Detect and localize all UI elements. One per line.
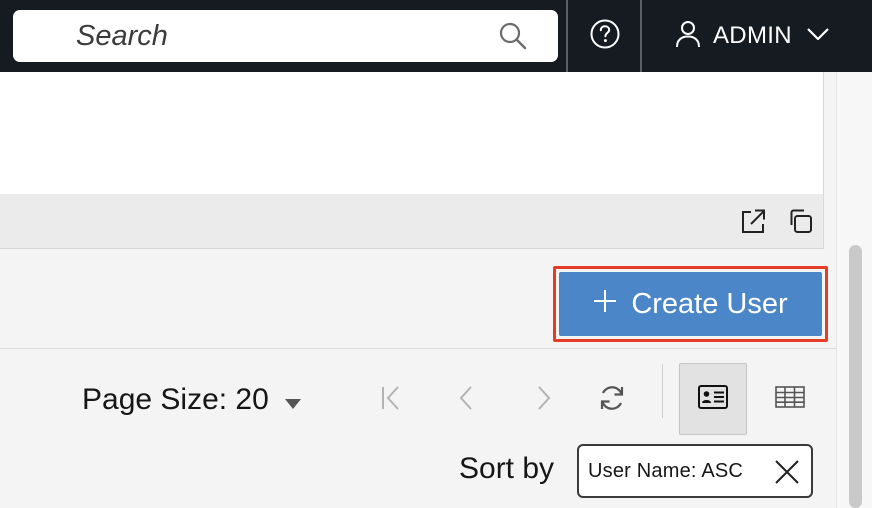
create-user-button[interactable]: Create User	[559, 272, 822, 336]
copy-icon[interactable]	[785, 206, 815, 236]
user-name: ADMIN	[713, 22, 792, 49]
plus-icon	[593, 288, 617, 321]
toolbar-divider	[662, 364, 663, 418]
sort-by-label: Sort by	[459, 452, 555, 485]
card-view-button[interactable]	[679, 363, 747, 435]
next-page-button[interactable]	[524, 380, 564, 420]
caret-down-icon	[284, 383, 301, 417]
header-divider	[640, 0, 642, 72]
page-size-label: Page Size: 20	[82, 383, 269, 416]
section-divider	[0, 348, 836, 349]
help-button[interactable]	[569, 0, 641, 72]
open-external-icon[interactable]	[738, 206, 768, 236]
card-footer	[0, 194, 824, 249]
user-menu-button[interactable]: ADMIN	[643, 0, 872, 72]
card-view-icon	[698, 384, 728, 414]
previous-page-button[interactable]	[446, 380, 486, 420]
user-icon	[675, 20, 701, 53]
refresh-icon	[597, 383, 627, 418]
first-page-button[interactable]	[370, 380, 410, 420]
previous-page-icon	[457, 384, 475, 417]
help-icon	[589, 18, 621, 55]
table-view-button[interactable]	[760, 376, 820, 422]
top-bar: ADMIN	[0, 0, 872, 72]
next-page-icon	[535, 384, 553, 417]
first-page-icon	[378, 384, 402, 417]
create-user-label: Create User	[631, 287, 788, 320]
refresh-button[interactable]	[592, 380, 632, 420]
content-card	[0, 72, 824, 194]
search-icon[interactable]	[498, 21, 528, 51]
scrollbar-thumb[interactable]	[849, 245, 862, 508]
sort-chip-text: User Name: ASC	[588, 459, 744, 482]
chevron-down-icon	[806, 27, 830, 46]
create-user-highlight: Create User	[553, 266, 828, 342]
search-input[interactable]	[13, 10, 558, 62]
table-view-icon	[775, 385, 805, 413]
page-size-select[interactable]: Page Size: 20	[82, 380, 301, 420]
sort-chip[interactable]: User Name: ASC	[577, 444, 813, 498]
header-divider	[566, 0, 568, 72]
search-box	[13, 10, 558, 62]
close-icon[interactable]	[773, 458, 801, 486]
